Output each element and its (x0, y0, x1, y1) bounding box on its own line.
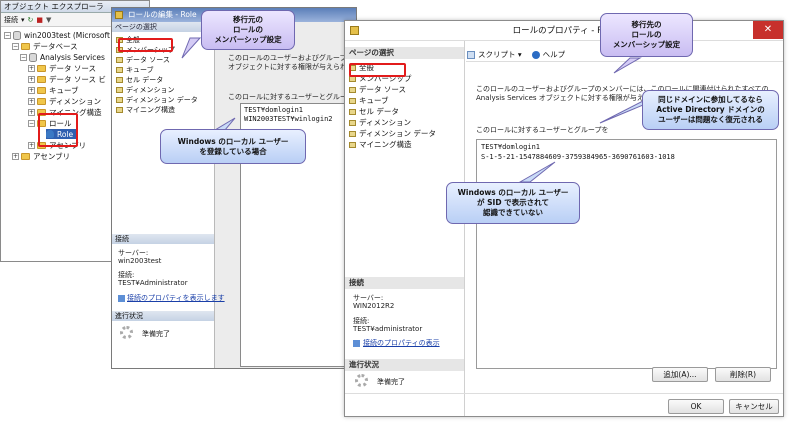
callout-source-membership: 移行元の ロールの メンバーシップ設定 (201, 10, 295, 50)
callout-sid: Windows のローカル ユーザー が SID で表示されて 認識できていない (446, 182, 580, 224)
callout-pointers (181, 37, 656, 183)
callout-same-domain: 同じドメインに参加してるなら Active Directory ドメインの ユー… (642, 90, 779, 130)
callout-windows-local-user: Windows のローカル ユーザー を登録している場合 (160, 129, 306, 164)
pointer-sid (518, 161, 556, 183)
pointer-source (181, 37, 202, 59)
callout-target-membership: 移行先の ロールの メンバーシップ設定 (600, 13, 693, 57)
pointer-target (613, 57, 642, 74)
